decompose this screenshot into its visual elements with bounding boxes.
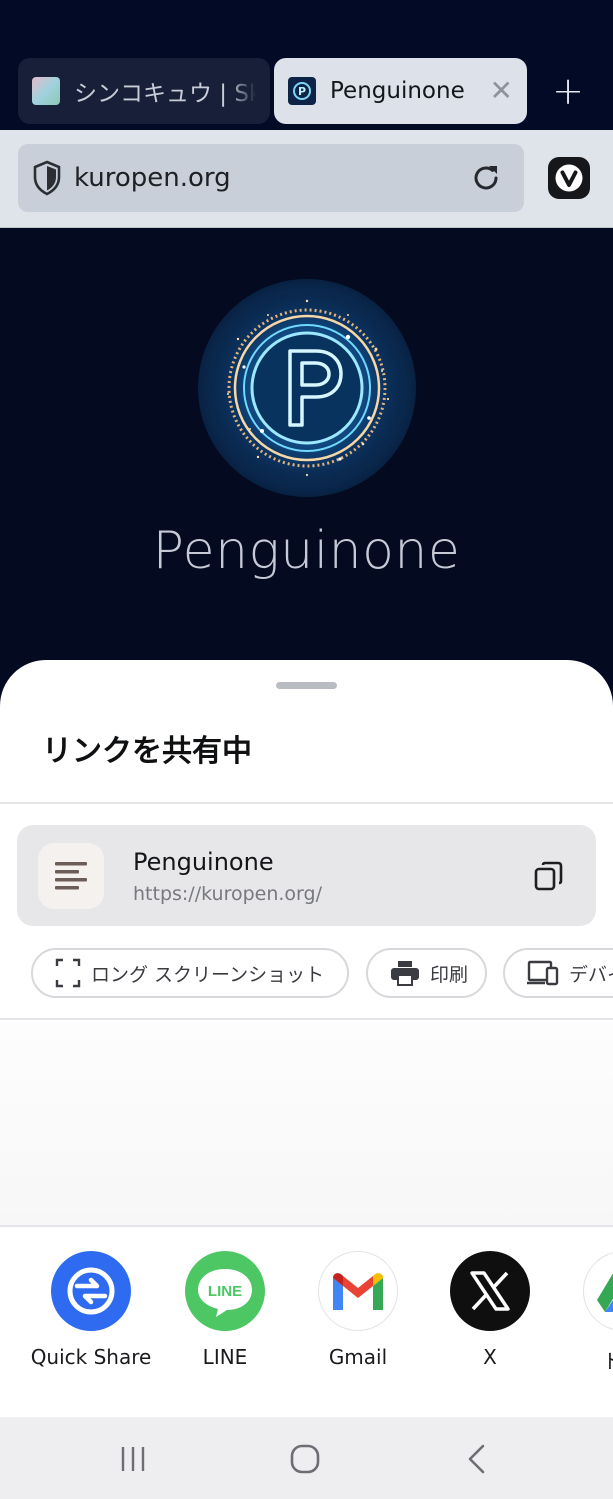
app-label: Quick Share — [30, 1345, 152, 1369]
back-icon[interactable] — [456, 1441, 496, 1477]
document-icon — [38, 843, 104, 909]
app-quick-share[interactable]: Quick Share — [26, 1251, 156, 1369]
penguinone-favicon: P — [288, 77, 316, 105]
tab-penguinone[interactable]: P Penguinone ✕ — [274, 58, 527, 124]
link-url: https://kuropen.org/ — [133, 883, 322, 905]
shield-icon[interactable] — [32, 160, 62, 196]
system-nav-bar — [0, 1417, 613, 1499]
app-share-row: Quick Share LINE LINE Gmail X — [0, 1227, 613, 1417]
quick-share-icon — [51, 1251, 131, 1331]
app-label: X — [483, 1345, 497, 1369]
drive-icon — [583, 1251, 613, 1331]
vivaldi-icon[interactable] — [548, 157, 590, 199]
home-icon[interactable] — [285, 1441, 325, 1477]
url-text[interactable]: kuropen.org — [74, 163, 231, 193]
send-to-devices-button[interactable]: デバイ — [503, 948, 613, 998]
app-drive[interactable]: ドラ — [558, 1251, 613, 1374]
app-x[interactable]: X — [425, 1251, 555, 1369]
long-screenshot-label: ロング スクリーンショット — [91, 963, 325, 986]
devices-icon — [527, 960, 559, 986]
share-sheet-title: リンクを共有中 — [42, 734, 252, 769]
print-label: 印刷 — [430, 963, 469, 986]
site-name: Penguinone — [152, 521, 461, 581]
divider — [0, 802, 613, 804]
tab-title: Penguinone — [330, 78, 465, 104]
svg-text:LINE: LINE — [208, 1283, 242, 1300]
app-line[interactable]: LINE LINE — [160, 1251, 290, 1369]
tab-title: シンコキュウ | Sk — [74, 81, 256, 107]
reload-icon[interactable] — [470, 162, 502, 194]
address-bar[interactable]: kuropen.org — [18, 144, 524, 212]
long-screenshot-button[interactable]: ロング スクリーンショット — [31, 948, 349, 998]
devices-label: デバイ — [569, 963, 613, 986]
close-icon[interactable]: ✕ — [490, 77, 513, 105]
app-gmail[interactable]: Gmail — [293, 1251, 423, 1369]
drag-handle[interactable] — [276, 682, 337, 689]
tab-shinkokyuu[interactable]: シンコキュウ | Sk — [18, 58, 270, 124]
link-title: Penguinone — [133, 848, 274, 876]
address-toolbar: kuropen.org — [0, 130, 613, 228]
print-button[interactable]: 印刷 — [366, 948, 487, 998]
gradient-square-favicon — [32, 77, 60, 105]
printer-icon — [391, 961, 419, 986]
app-label: Gmail — [328, 1345, 388, 1369]
share-sheet: リンクを共有中 Penguinone https://kuropen.org/ … — [0, 660, 613, 1417]
web-page: Penguinone — [0, 229, 613, 669]
penguinone-logo — [198, 279, 416, 497]
gmail-icon — [318, 1251, 398, 1331]
plus-icon[interactable]: + — [548, 72, 588, 112]
tab-strip: シンコキュウ | Sk P Penguinone ✕ + — [0, 0, 613, 130]
x-icon — [450, 1251, 530, 1331]
app-label: ドラ — [558, 1345, 613, 1374]
recents-icon[interactable] — [113, 1441, 153, 1477]
app-label: LINE — [202, 1345, 248, 1369]
share-targets-loading-area — [0, 1022, 613, 1226]
long-screenshot-icon — [55, 958, 81, 988]
copy-icon[interactable] — [533, 860, 565, 892]
line-icon: LINE — [185, 1251, 265, 1331]
link-preview-card[interactable]: Penguinone https://kuropen.org/ — [17, 825, 596, 926]
divider — [0, 1018, 613, 1020]
